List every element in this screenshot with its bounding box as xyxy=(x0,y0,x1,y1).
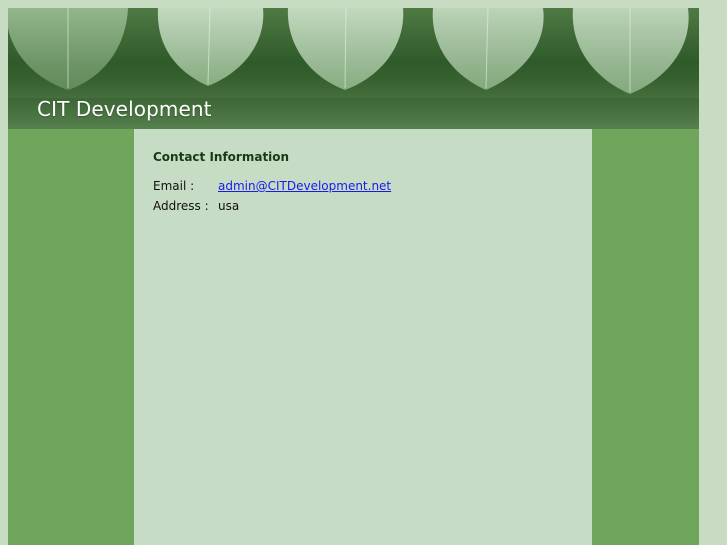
email-row: Email : admin@CITDevelopment.net xyxy=(153,179,391,193)
email-link[interactable]: admin@CITDevelopment.net xyxy=(218,179,391,193)
address-value: usa xyxy=(218,199,240,213)
contact-heading: Contact Information xyxy=(153,150,290,164)
address-label: Address : xyxy=(153,199,209,213)
main-content: Contact Information Email : admin@CITDeve… xyxy=(134,129,592,545)
site-frame: CIT Development Contact Information Emai… xyxy=(8,8,699,545)
page: CIT Development Contact Information Emai… xyxy=(0,0,727,545)
email-label: Email : xyxy=(153,179,195,193)
header-banner: CIT Development xyxy=(8,8,699,129)
address-row: Address : usa xyxy=(153,199,239,213)
site-title: CIT Development xyxy=(37,97,212,121)
